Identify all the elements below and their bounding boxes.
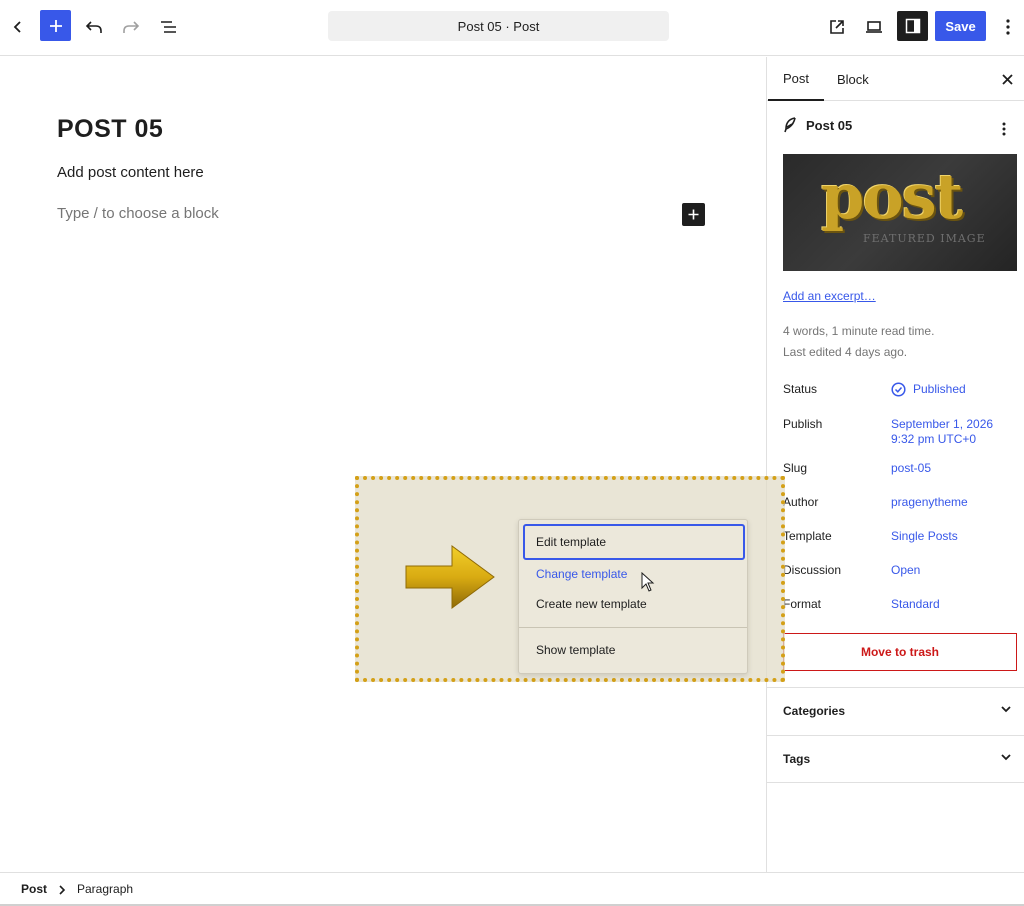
breadcrumb-post[interactable]: Post: [21, 882, 47, 896]
save-button[interactable]: Save: [935, 11, 986, 41]
mouse-cursor-icon: [641, 572, 655, 592]
post-title[interactable]: POST 05: [57, 115, 163, 144]
slug-value[interactable]: post-05: [891, 461, 931, 476]
close-sidebar-button[interactable]: [995, 67, 1019, 91]
author-label: Author: [783, 495, 819, 509]
settings-sidebar: Post Block Post 05 post FEATURED IMAGE A…: [766, 57, 1024, 872]
block-placeholder[interactable]: Type / to choose a block: [57, 205, 219, 222]
featured-image-caption: FEATURED IMAGE: [863, 232, 986, 245]
slug-label: Slug: [783, 461, 808, 475]
options-menu-button[interactable]: [992, 11, 1024, 43]
status-label: Status: [783, 382, 818, 396]
document-title-bar[interactable]: Post 05 · Post: [328, 11, 669, 41]
undo-icon: [85, 21, 102, 33]
external-link-icon: [830, 20, 844, 34]
block-breadcrumb-bar: Post Paragraph: [0, 872, 1024, 906]
back-button[interactable]: [2, 11, 34, 43]
template-options-menu: Edit template Change template Create new…: [518, 519, 748, 674]
template-label: Template: [783, 529, 832, 543]
sidebar-toggle-icon: [905, 18, 920, 34]
redo-icon: [123, 21, 140, 33]
chevron-down-icon: [1001, 706, 1011, 713]
featured-image-text: post: [821, 160, 963, 233]
list-view-icon: [161, 21, 176, 33]
device-preview-icon: [866, 21, 882, 33]
status-value-text: Published: [913, 382, 966, 396]
published-check-icon: [891, 382, 906, 397]
format-value[interactable]: Standard: [891, 597, 940, 612]
publish-label: Publish: [783, 417, 823, 431]
editor-canvas: POST 05 Add post content here Type / to …: [0, 57, 766, 872]
list-view-button[interactable]: [153, 11, 185, 43]
categories-panel[interactable]: Categories: [767, 687, 1024, 735]
post-summary-header: Post 05: [783, 117, 852, 133]
pointer-arrow-icon: [405, 545, 495, 609]
last-edited-text: Last edited 4 days ago.: [783, 345, 908, 359]
create-new-template-item[interactable]: Create new template: [523, 586, 745, 622]
block-inserter-button[interactable]: [40, 10, 71, 41]
tab-post[interactable]: Post: [768, 57, 825, 101]
post-feather-icon: [784, 117, 796, 133]
discussion-label: Discussion: [783, 563, 842, 577]
tags-panel[interactable]: Tags: [767, 735, 1024, 783]
plus-icon: [49, 19, 62, 32]
breadcrumb-paragraph[interactable]: Paragraph: [77, 882, 133, 896]
more-vertical-icon: [1002, 122, 1006, 136]
template-value[interactable]: Single Posts: [891, 529, 958, 544]
editor-header: Post 05 · Post Save: [0, 0, 1024, 56]
back-chevron-icon: [13, 21, 21, 33]
word-count-text: 4 words, 1 minute read time.: [783, 324, 935, 338]
tags-panel-title: Tags: [783, 752, 811, 766]
post-meta-info: 4 words, 1 minute read time. Last edited…: [783, 321, 934, 363]
categories-panel-title: Categories: [783, 704, 846, 718]
author-value[interactable]: pragenytheme: [891, 495, 968, 510]
preview-button[interactable]: [858, 11, 890, 43]
post-actions-button[interactable]: [992, 117, 1016, 141]
paragraph-block[interactable]: Add post content here: [57, 164, 204, 181]
format-label: Format: [783, 597, 822, 611]
undo-button[interactable]: [78, 11, 110, 43]
inline-inserter-button[interactable]: [682, 203, 705, 226]
publish-date: September 1, 2026: [891, 417, 994, 431]
show-template-item[interactable]: Show template: [523, 632, 745, 668]
publish-date-value[interactable]: September 1, 2026 9:32 pm UTC+0: [891, 417, 993, 447]
add-excerpt-link[interactable]: Add an excerpt…: [783, 289, 876, 303]
view-post-button[interactable]: [821, 11, 853, 43]
plus-icon: [688, 209, 699, 220]
discussion-value[interactable]: Open: [891, 563, 920, 578]
post-name: Post 05: [806, 117, 853, 133]
status-value[interactable]: Published: [891, 382, 966, 397]
settings-toggle-button[interactable]: [897, 11, 928, 41]
publish-time: 9:32 pm UTC+0: [891, 432, 977, 446]
move-to-trash-button[interactable]: Move to trash: [783, 633, 1017, 671]
menu-divider: [519, 627, 747, 628]
chevron-down-icon: [1001, 754, 1011, 761]
redo-button[interactable]: [115, 11, 147, 43]
close-icon: [1001, 73, 1013, 85]
sidebar-tabs: Post Block: [767, 57, 1024, 101]
more-vertical-icon: [1006, 19, 1010, 35]
edit-template-item[interactable]: Edit template: [523, 524, 745, 560]
tab-block[interactable]: Block: [822, 57, 884, 101]
featured-image[interactable]: post FEATURED IMAGE: [783, 154, 1017, 271]
chevron-right-icon: [59, 885, 66, 895]
